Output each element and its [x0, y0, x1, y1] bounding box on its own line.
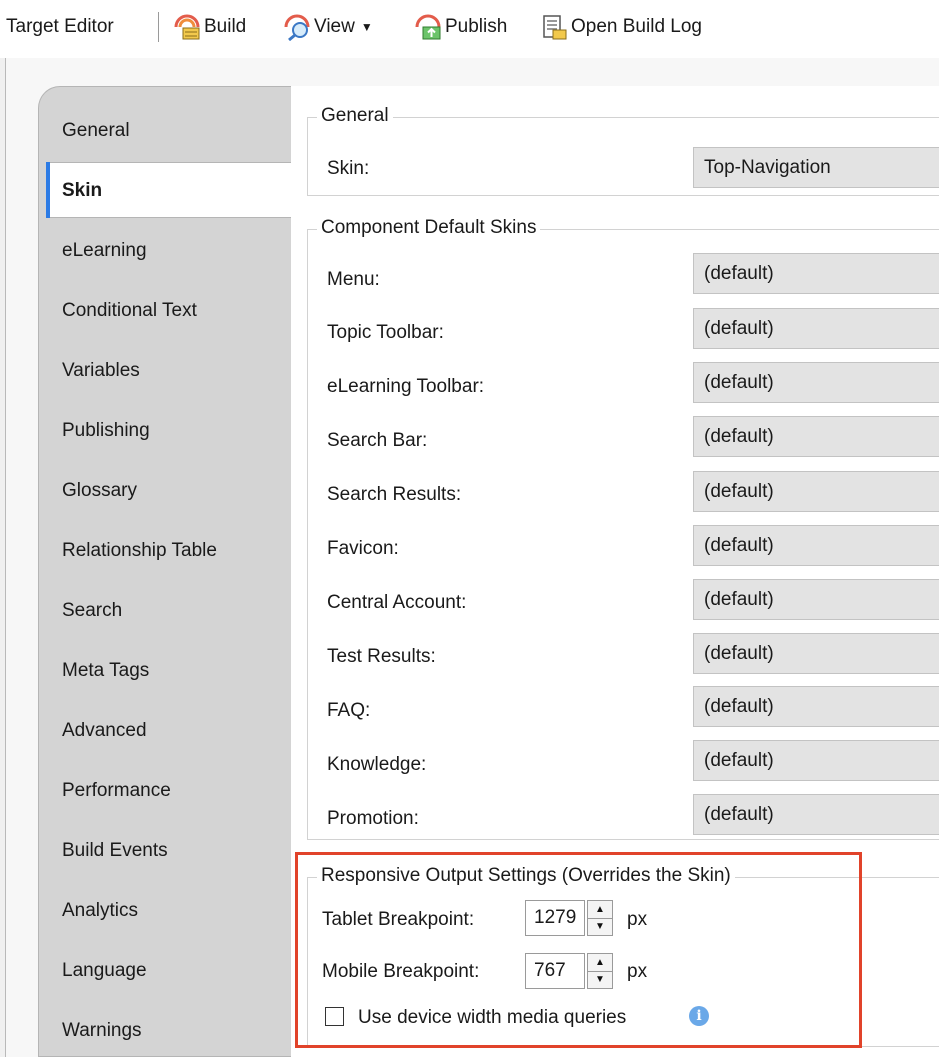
search-results-skin-select[interactable]: (default): [693, 471, 939, 512]
tab-active-indicator: [46, 162, 50, 218]
publish-icon: [414, 13, 442, 41]
tab-publishing[interactable]: Publishing: [62, 416, 150, 446]
tab-warnings[interactable]: Warnings: [62, 1016, 142, 1046]
promotion-skin-select[interactable]: (default): [693, 794, 939, 835]
tab-general[interactable]: General: [62, 116, 130, 146]
tab-skin[interactable]: Skin: [62, 176, 102, 206]
build-icon: [173, 13, 201, 41]
tab-elearning[interactable]: eLearning: [62, 236, 147, 266]
knowledge-label: Knowledge:: [327, 754, 427, 775]
menu-label: Menu:: [327, 269, 380, 290]
knowledge-skin-select[interactable]: (default): [693, 740, 939, 781]
component-group-title: Component Default Skins: [317, 217, 541, 239]
dropdown-arrow-icon[interactable]: ▼: [361, 20, 373, 34]
tab-relationship-table[interactable]: Relationship Table: [62, 536, 217, 566]
tab-build-events[interactable]: Build Events: [62, 836, 168, 866]
favicon-skin-select[interactable]: (default): [693, 525, 939, 566]
annotation-highlight: [295, 852, 862, 1048]
view-label: View: [314, 16, 355, 37]
tab-variables[interactable]: Variables: [62, 356, 140, 386]
tab-meta-tags[interactable]: Meta Tags: [62, 656, 149, 686]
test-results-skin-select[interactable]: (default): [693, 633, 939, 674]
publish-label: Publish: [445, 16, 508, 37]
faq-label: FAQ:: [327, 700, 371, 721]
topic-toolbar-label: Topic Toolbar:: [327, 322, 444, 343]
build-log-icon: [540, 13, 568, 41]
tab-search[interactable]: Search: [62, 596, 122, 626]
view-button[interactable]: View ▼: [283, 11, 373, 43]
publish-button[interactable]: Publish: [414, 11, 507, 43]
toolbar: Target Editor Build View ▼ Publish Open …: [0, 0, 939, 58]
general-group-title: General: [317, 105, 393, 127]
elearning-toolbar-skin-select[interactable]: (default): [693, 362, 939, 403]
toolbar-title: Target Editor: [6, 16, 114, 37]
elearning-toolbar-label: eLearning Toolbar:: [327, 376, 485, 397]
build-button[interactable]: Build: [173, 11, 246, 43]
view-icon: [283, 13, 311, 42]
build-label: Build: [204, 16, 247, 37]
tab-performance[interactable]: Performance: [62, 776, 171, 806]
topic-toolbar-skin-select[interactable]: (default): [693, 308, 939, 349]
open-build-log-button[interactable]: Open Build Log: [540, 11, 702, 43]
central-account-skin-select[interactable]: (default): [693, 579, 939, 620]
tab-analytics[interactable]: Analytics: [62, 896, 138, 926]
test-results-label: Test Results:: [327, 646, 436, 667]
search-results-label: Search Results:: [327, 484, 462, 505]
search-bar-skin-select[interactable]: (default): [693, 416, 939, 457]
toolbar-separator: [158, 12, 159, 42]
favicon-label: Favicon:: [327, 538, 399, 559]
promotion-label: Promotion:: [327, 808, 419, 829]
tab-language[interactable]: Language: [62, 956, 147, 986]
tab-conditional-text[interactable]: Conditional Text: [62, 296, 197, 326]
open-build-log-label: Open Build Log: [571, 16, 702, 37]
skin-select[interactable]: Top-Navigation: [693, 147, 939, 188]
central-account-label: Central Account:: [327, 592, 467, 613]
faq-skin-select[interactable]: (default): [693, 686, 939, 727]
tab-glossary[interactable]: Glossary: [62, 476, 137, 506]
tab-advanced[interactable]: Advanced: [62, 716, 147, 746]
menu-skin-select[interactable]: (default): [693, 253, 939, 294]
skin-label: Skin:: [327, 158, 370, 179]
search-bar-label: Search Bar:: [327, 430, 428, 451]
